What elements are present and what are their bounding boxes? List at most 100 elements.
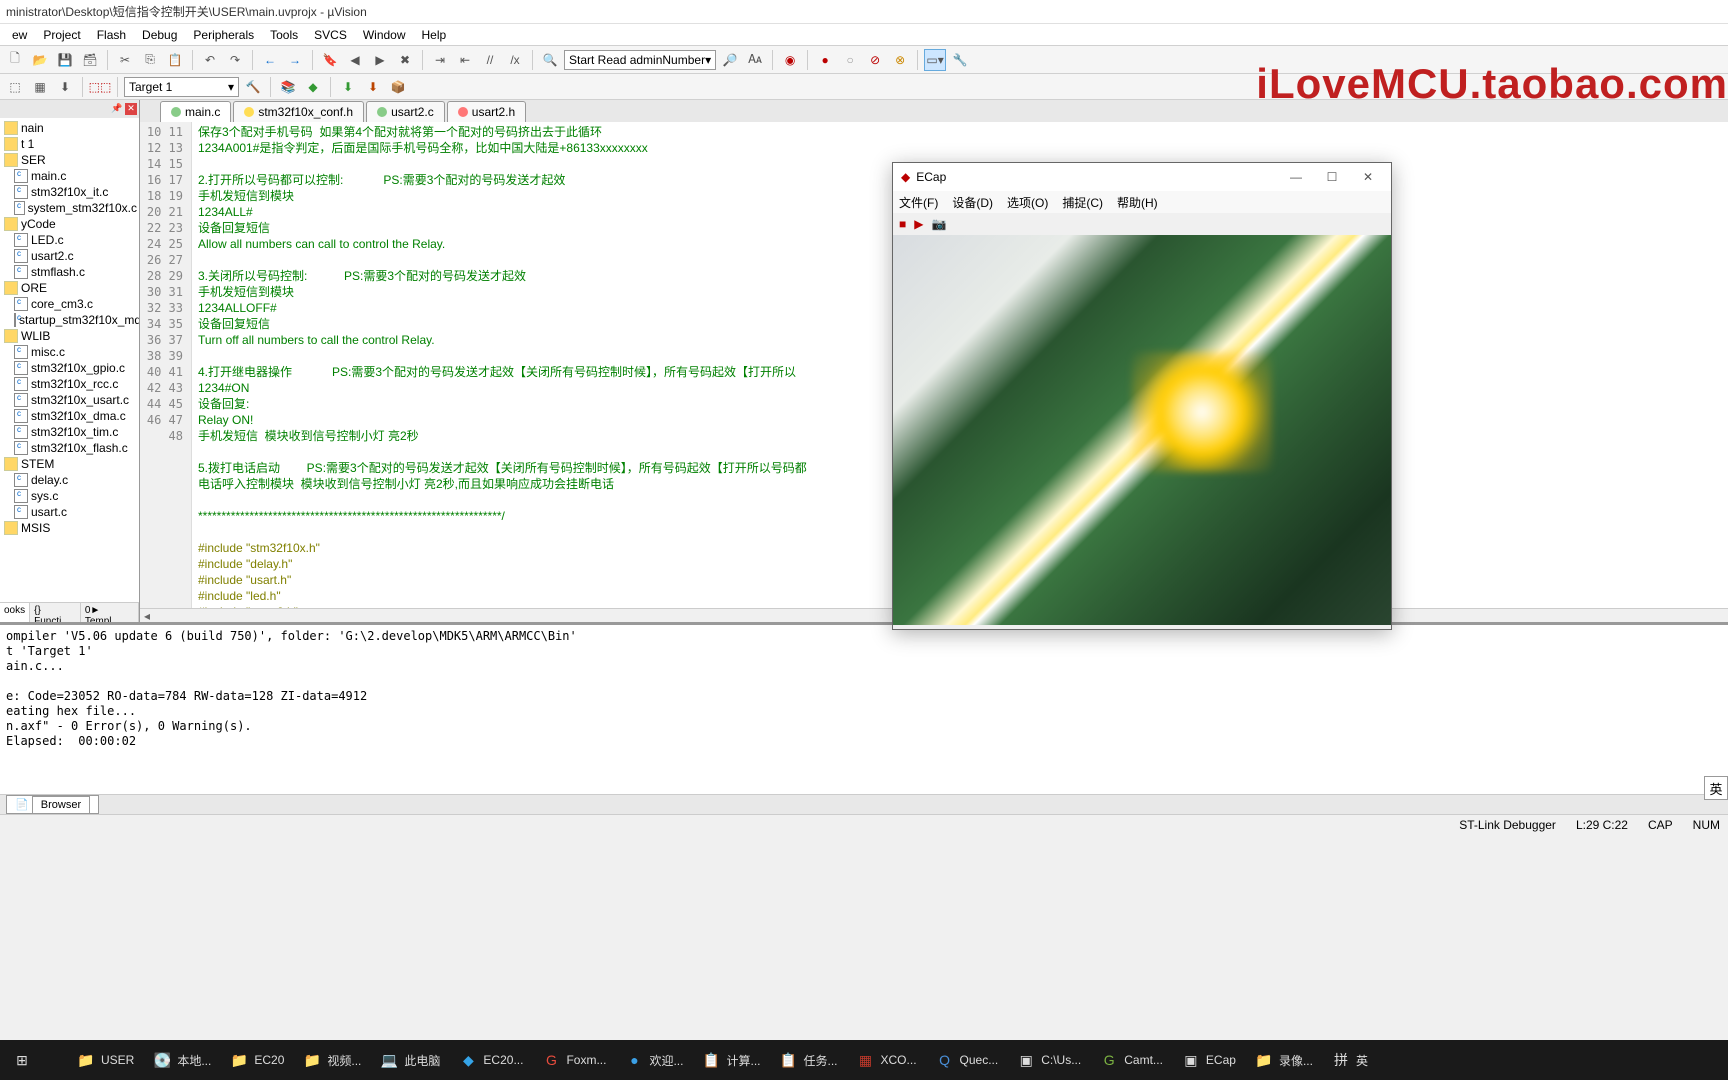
- download-icon[interactable]: ⬇: [337, 76, 359, 98]
- tree-item[interactable]: sys.c: [0, 488, 139, 504]
- options-icon[interactable]: 🔨: [242, 76, 264, 98]
- taskbar-item[interactable]: GCamt...: [1091, 1043, 1171, 1077]
- taskbar-item[interactable]: 💻此电脑: [371, 1043, 448, 1077]
- tree-item[interactable]: nain: [0, 120, 139, 136]
- save-all-icon[interactable]: 🗃: [79, 49, 101, 71]
- tree-item[interactable]: stm32f10x_gpio.c: [0, 360, 139, 376]
- open-icon[interactable]: 📂: [29, 49, 51, 71]
- incremental-find-icon[interactable]: 🗛: [744, 49, 766, 71]
- manage-icon[interactable]: 📚: [277, 76, 299, 98]
- project-tree[interactable]: naint 1SERmain.cstm32f10x_it.csystem_stm…: [0, 118, 139, 598]
- tree-item[interactable]: SER: [0, 152, 139, 168]
- tree-item[interactable]: stm32f10x_rcc.c: [0, 376, 139, 392]
- maximize-icon[interactable]: ☐: [1317, 170, 1347, 184]
- bp-kill-all-icon[interactable]: ⊗: [889, 49, 911, 71]
- menu-svcs[interactable]: SVCS: [306, 28, 355, 42]
- ecap-menu-item[interactable]: 文件(F): [899, 194, 938, 211]
- ecap-menu-item[interactable]: 设备(D): [952, 194, 993, 211]
- taskbar-item[interactable]: ◆EC20...: [450, 1043, 531, 1077]
- ecap-stop-icon[interactable]: ■: [899, 217, 906, 231]
- taskbar-item[interactable]: GFoxm...: [533, 1043, 614, 1077]
- taskbar-item[interactable]: 📁USER: [68, 1043, 142, 1077]
- tree-item[interactable]: system_stm32f10x.c: [0, 200, 139, 216]
- menu-debug[interactable]: Debug: [134, 28, 185, 42]
- menu-project[interactable]: Project: [35, 28, 88, 42]
- scroll-left-icon[interactable]: ◂: [140, 609, 154, 622]
- cut-icon[interactable]: ✂: [114, 49, 136, 71]
- target-combo[interactable]: Target 1▾: [124, 77, 239, 97]
- menu-tools[interactable]: Tools: [262, 28, 306, 42]
- panel-tab[interactable]: 0► Templ...: [81, 603, 139, 622]
- build-tab-browser[interactable]: 📄 Browser: [6, 795, 99, 814]
- pack-icon[interactable]: 📦: [387, 76, 409, 98]
- bookmark-next-icon[interactable]: ▶: [369, 49, 391, 71]
- taskbar-item[interactable]: QQuec...: [927, 1043, 1007, 1077]
- tree-item[interactable]: MSIS: [0, 520, 139, 536]
- tree-item[interactable]: usart2.c: [0, 248, 139, 264]
- taskbar-item[interactable]: ▣C:\Us...: [1008, 1043, 1089, 1077]
- menu-ew[interactable]: ew: [4, 28, 35, 42]
- tree-item[interactable]: main.c: [0, 168, 139, 184]
- menu-window[interactable]: Window: [355, 28, 414, 42]
- find-combo[interactable]: Start Read adminNumber▾: [564, 50, 716, 70]
- batch-build-icon[interactable]: ⬚⬚: [89, 76, 111, 98]
- manage-rte-icon[interactable]: ◆: [302, 76, 324, 98]
- tree-item[interactable]: stm32f10x_dma.c: [0, 408, 139, 424]
- ecap-titlebar[interactable]: ◆ ECap — ☐ ✕: [893, 163, 1391, 191]
- outdent-icon[interactable]: ⇤: [454, 49, 476, 71]
- uncomment-icon[interactable]: /x: [504, 49, 526, 71]
- ecap-menu-item[interactable]: 选项(O): [1007, 194, 1048, 211]
- editor-tab[interactable]: stm32f10x_conf.h: [233, 101, 364, 122]
- redo-icon[interactable]: ↷: [224, 49, 246, 71]
- comment-icon[interactable]: //: [479, 49, 501, 71]
- minimize-icon[interactable]: —: [1281, 170, 1311, 184]
- tree-item[interactable]: ORE: [0, 280, 139, 296]
- bookmark-clear-icon[interactable]: ✖: [394, 49, 416, 71]
- taskbar-item[interactable]: 拼英: [1323, 1043, 1385, 1077]
- bookmark-prev-icon[interactable]: ◀: [344, 49, 366, 71]
- panel-close-icon[interactable]: ✕: [125, 103, 137, 115]
- ecap-snapshot-icon[interactable]: 📷: [931, 217, 946, 231]
- ecap-window[interactable]: ◆ ECap — ☐ ✕ 文件(F) 设备(D) 选项(O) 捕捉(C) 帮助(H) ■…: [892, 162, 1392, 630]
- tree-item[interactable]: stmflash.c: [0, 264, 139, 280]
- ecap-menu-item[interactable]: 帮助(H): [1117, 194, 1158, 211]
- indent-icon[interactable]: ⇥: [429, 49, 451, 71]
- bp-kill-icon[interactable]: ⊘: [864, 49, 886, 71]
- find-in-files-icon[interactable]: 🔎: [719, 49, 741, 71]
- tree-item[interactable]: stm32f10x_flash.c: [0, 440, 139, 456]
- taskbar-item[interactable]: 📋计算...: [693, 1043, 768, 1077]
- tree-item[interactable]: WLIB: [0, 328, 139, 344]
- taskbar-item[interactable]: 📁视频...: [294, 1043, 369, 1077]
- new-icon[interactable]: 🗋: [4, 49, 26, 71]
- bookmark-icon[interactable]: 🔖: [319, 49, 341, 71]
- taskbar-item[interactable]: ▦XCO...: [848, 1043, 925, 1077]
- tree-item[interactable]: stm32f10x_it.c: [0, 184, 139, 200]
- bp-disable-icon[interactable]: ○: [839, 49, 861, 71]
- undo-icon[interactable]: ↶: [199, 49, 221, 71]
- ecap-menu-item[interactable]: 捕捉(C): [1062, 194, 1103, 211]
- find-icon[interactable]: 🔍: [539, 49, 561, 71]
- window-icon[interactable]: ▭▾: [924, 49, 946, 71]
- taskbar-item[interactable]: 📋任务...: [771, 1043, 846, 1077]
- ecap-play-icon[interactable]: ▶: [914, 217, 923, 231]
- taskbar-item[interactable]: 📁EC20: [221, 1043, 292, 1077]
- save-icon[interactable]: 💾: [54, 49, 76, 71]
- tree-item[interactable]: startup_stm32f10x_md.s: [0, 312, 139, 328]
- tree-item[interactable]: usart.c: [0, 504, 139, 520]
- panel-tab[interactable]: {} Functi...: [30, 603, 81, 622]
- debug-icon[interactable]: ◉: [779, 49, 801, 71]
- nav-back-icon[interactable]: ←: [259, 49, 281, 71]
- editor-tab[interactable]: usart2.c: [366, 101, 445, 122]
- panel-tab[interactable]: ooks: [0, 603, 30, 622]
- tree-item[interactable]: misc.c: [0, 344, 139, 360]
- close-icon[interactable]: ✕: [1353, 170, 1383, 184]
- tree-item[interactable]: core_cm3.c: [0, 296, 139, 312]
- menu-flash[interactable]: Flash: [89, 28, 134, 42]
- erase-icon[interactable]: ⬇: [362, 76, 384, 98]
- editor-tab[interactable]: usart2.h: [447, 101, 526, 122]
- translate-icon[interactable]: ⬚: [4, 76, 26, 98]
- taskbar-item[interactable]: 📁录像...: [1246, 1043, 1321, 1077]
- nav-fwd-icon[interactable]: →: [284, 49, 306, 71]
- taskbar-item[interactable]: ●欢迎...: [616, 1043, 691, 1077]
- tree-item[interactable]: yCode: [0, 216, 139, 232]
